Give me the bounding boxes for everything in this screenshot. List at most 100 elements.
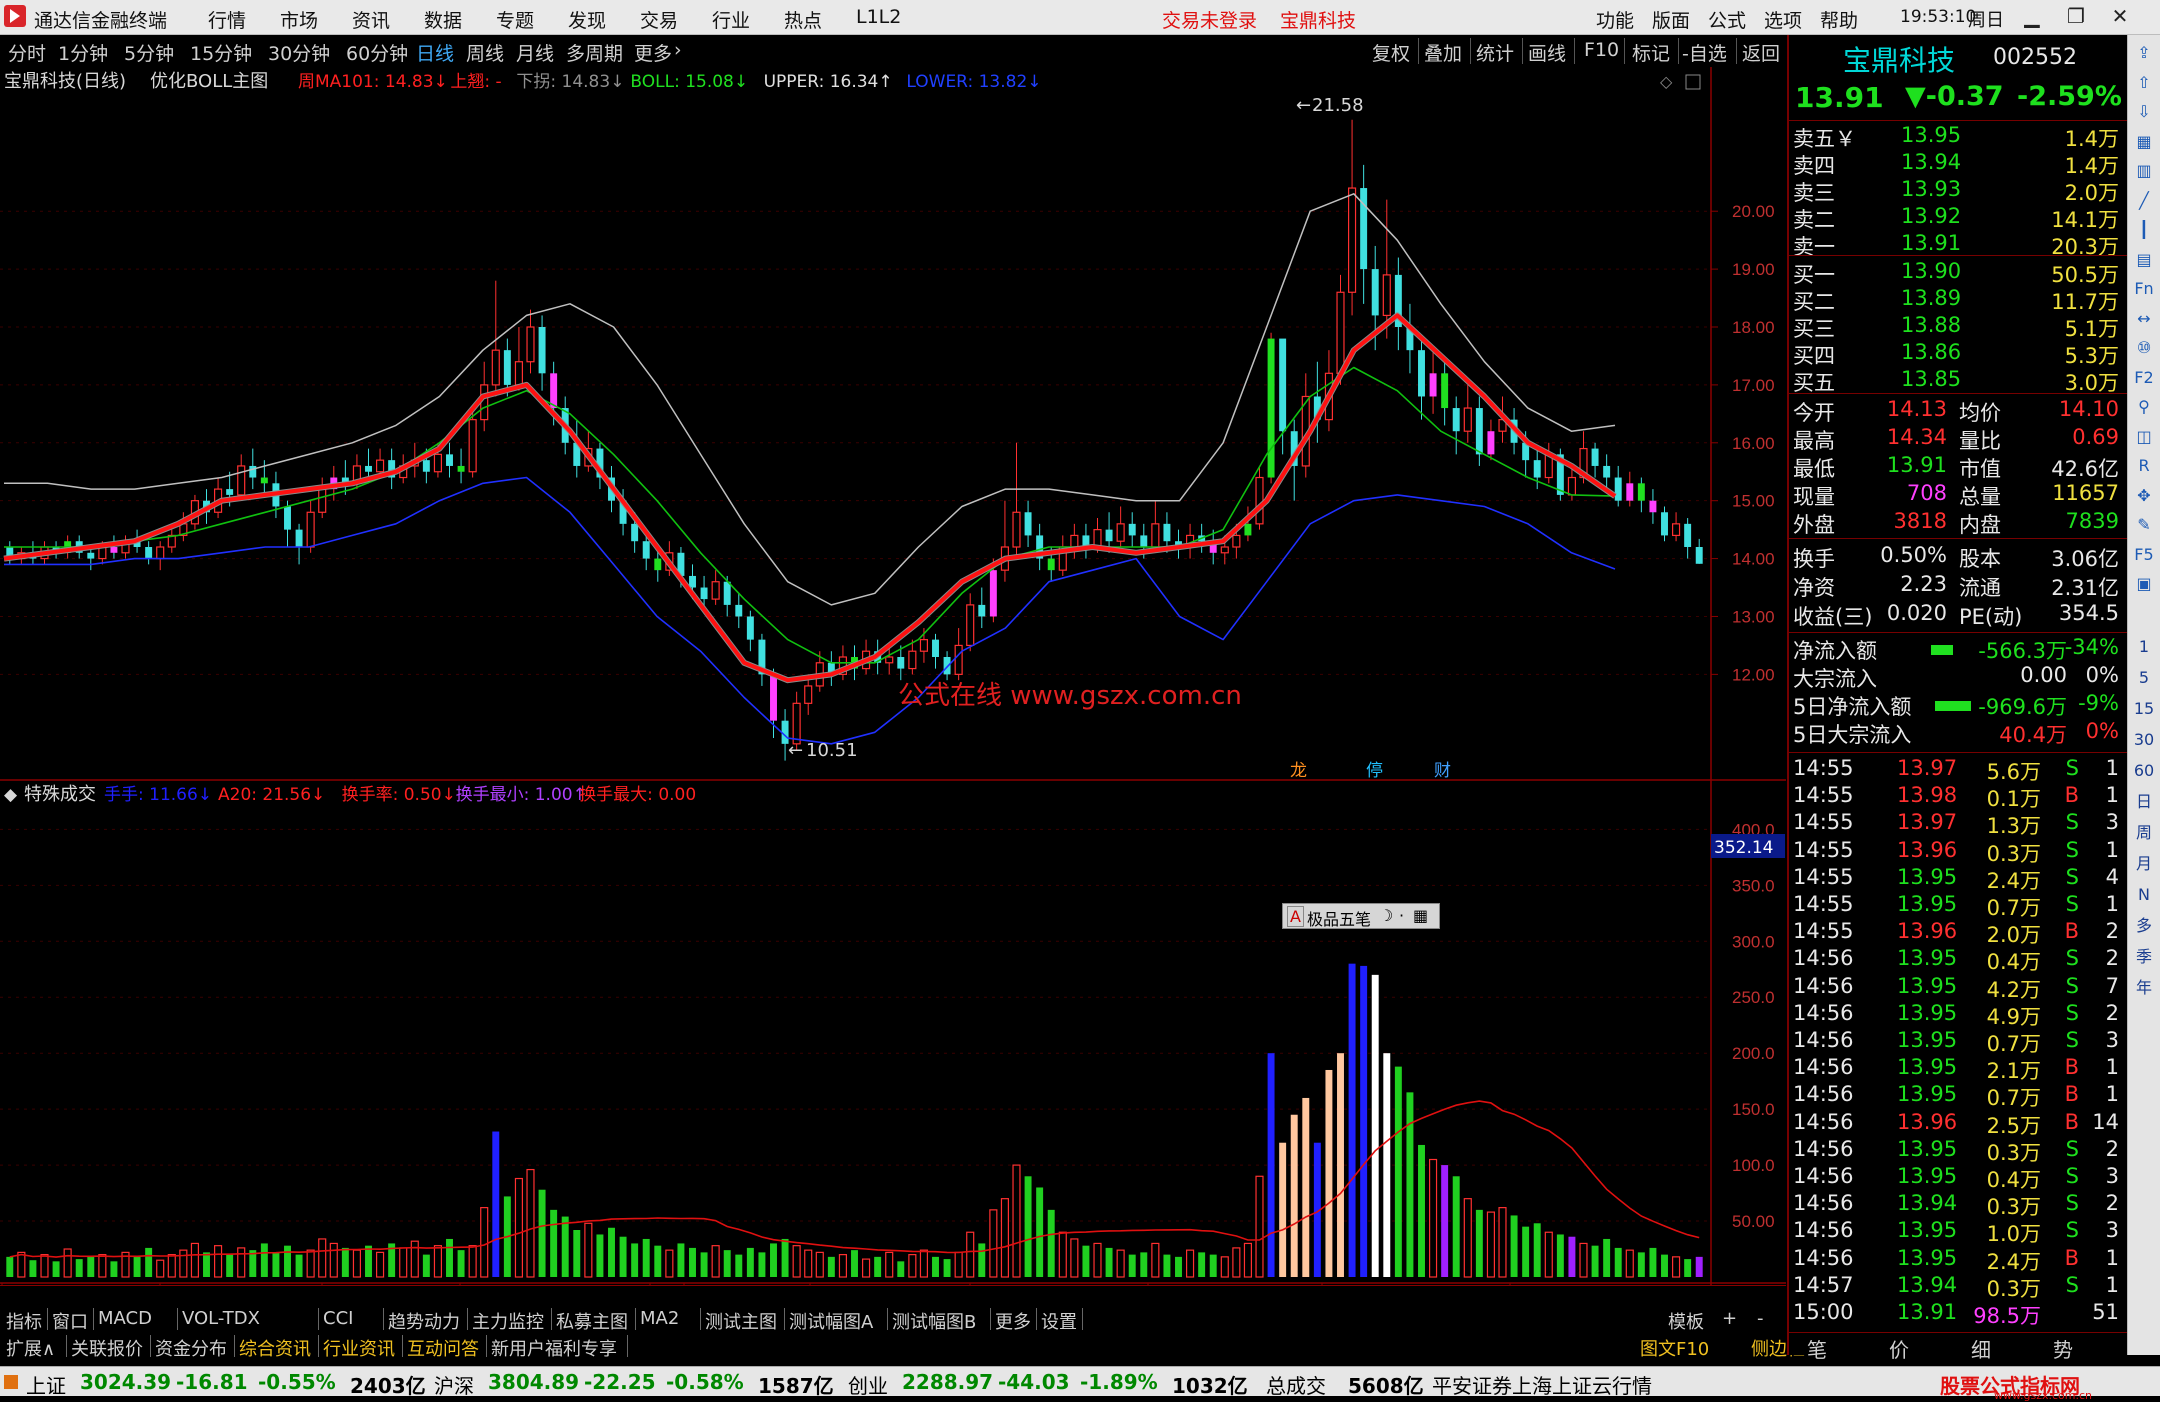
menu-item-banmian[interactable]: 版面: [1652, 6, 1690, 33]
chart-icon[interactable]: ╱: [2132, 189, 2156, 213]
rp-bottom-button-3[interactable]: 势: [2053, 1334, 2073, 1363]
event-tag-cai[interactable]: 财: [1434, 761, 1451, 781]
tab-13[interactable]: 设置: [1041, 1308, 1077, 1334]
rp-bottom-button-0[interactable]: 笔: [1807, 1334, 1827, 1363]
zoom-icon[interactable]: ⚲: [2132, 395, 2156, 419]
rsi-icon[interactable]: R: [2132, 454, 2156, 478]
candle-icon[interactable]: ┃: [2132, 218, 2156, 242]
menu-item-zixun[interactable]: 资讯: [352, 6, 390, 33]
period-60min[interactable]: 60分钟: [346, 39, 408, 66]
ime-moon-icon[interactable]: ☽: [1379, 906, 1393, 925]
tab-10[interactable]: 测试幅图A: [789, 1308, 873, 1334]
menu-item-xuanxiang[interactable]: 选项: [1764, 6, 1802, 33]
minute-icon[interactable]: ↔: [2132, 307, 2156, 331]
menu-item-hangqing[interactable]: 行情: [208, 6, 246, 33]
toolbar-period-11[interactable]: 年: [2132, 976, 2156, 1000]
tab-1[interactable]: 关联报价: [71, 1335, 143, 1361]
menu-item-shuju[interactable]: 数据: [424, 6, 462, 33]
tab-11[interactable]: 测试幅图B: [892, 1308, 976, 1334]
menu-item-gongneng[interactable]: 功能: [1596, 6, 1634, 33]
ten-icon[interactable]: ⑩: [2132, 336, 2156, 360]
close-icon[interactable]: ✕: [2106, 4, 2134, 30]
tab-8[interactable]: MA2: [640, 1308, 679, 1329]
ime-popup[interactable]: A 极品五笔 ☽ · ▦: [1282, 903, 1440, 929]
period-1min[interactable]: 1分钟: [58, 39, 108, 66]
rp-bottom-button-2[interactable]: 细: [1971, 1334, 1991, 1363]
table-icon[interactable]: ▤: [2132, 248, 2156, 272]
period-daily[interactable]: 日线: [416, 39, 454, 66]
ime-name[interactable]: 极品五笔: [1307, 906, 1371, 930]
tab-7[interactable]: 私募主图: [556, 1308, 628, 1334]
ime-label[interactable]: A: [1287, 906, 1304, 927]
tab-5[interactable]: 趋势动力: [388, 1308, 460, 1334]
fin-icon[interactable]: Fn: [2132, 277, 2156, 301]
tool-tongji[interactable]: 统计: [1476, 39, 1514, 66]
arrow-down-icon[interactable]: ⇩: [2132, 100, 2156, 124]
tab-5[interactable]: 互动问答: [407, 1335, 479, 1361]
vol-title[interactable]: 特殊成交: [24, 784, 96, 805]
toolbar-period-3[interactable]: 30: [2132, 728, 2156, 752]
tool-zixuan[interactable]: -自选: [1682, 39, 1727, 66]
tab-6[interactable]: 新用户福利专享: [491, 1335, 617, 1361]
period-multi[interactable]: 多周期: [566, 39, 623, 66]
toolbar-period-5[interactable]: 日: [2132, 790, 2156, 814]
toolbar-period-6[interactable]: 周: [2132, 821, 2156, 845]
restore-icon[interactable]: ❐: [2062, 4, 2090, 30]
tab-9[interactable]: 测试主图: [705, 1308, 777, 1334]
period-weekly[interactable]: 周线: [466, 39, 504, 66]
toolbar-period-7[interactable]: 月: [2132, 852, 2156, 876]
market-indicator-icon[interactable]: [4, 1375, 18, 1389]
tool-fuquan[interactable]: 复权: [1372, 39, 1410, 66]
menu-item-jiaoyi[interactable]: 交易: [640, 6, 678, 33]
tab-3[interactable]: 综合资讯: [239, 1335, 311, 1361]
tab-6[interactable]: 主力监控: [472, 1308, 544, 1334]
toolbar-period-2[interactable]: 15: [2132, 697, 2156, 721]
ime-keyboard-icon[interactable]: ▦: [1413, 906, 1428, 925]
event-tag-ting[interactable]: 停: [1366, 761, 1383, 781]
tool-diejia[interactable]: 叠加: [1424, 39, 1462, 66]
chart-diamond-icon[interactable]: ◇: [1660, 72, 1673, 91]
menu-item-bangzhu[interactable]: 帮助: [1820, 6, 1858, 33]
menu-item-shichang[interactable]: 市场: [280, 6, 318, 33]
tab-3[interactable]: VOL-TDX: [182, 1308, 260, 1329]
tab-0[interactable]: 指标: [6, 1308, 42, 1334]
tool-biaoji[interactable]: 标记: [1632, 39, 1670, 66]
f5-icon[interactable]: F5: [2132, 543, 2156, 567]
tab-4[interactable]: CCI: [323, 1308, 353, 1329]
menu-item-faxian[interactable]: 发现: [568, 6, 606, 33]
login-status[interactable]: 交易未登录: [1162, 6, 1257, 33]
tool-f10[interactable]: F10: [1584, 39, 1619, 61]
toolbar-period-9[interactable]: 多: [2132, 914, 2156, 938]
period-30min[interactable]: 30分钟: [268, 39, 330, 66]
rp-bottom-button-1[interactable]: 价: [1889, 1334, 1909, 1363]
tab-right-1[interactable]: +: [1722, 1308, 1737, 1329]
chart2-icon[interactable]: ◫: [2132, 425, 2156, 449]
menu-item-l1l2[interactable]: L1L2: [856, 6, 901, 28]
tool-huaxian[interactable]: 画线: [1528, 39, 1566, 66]
toolbar-period-4[interactable]: 60: [2132, 759, 2156, 783]
ime-dot-icon[interactable]: ·: [1399, 906, 1404, 925]
tool-fanhui[interactable]: 返回: [1742, 39, 1780, 66]
tab-right-2[interactable]: -: [1757, 1308, 1764, 1329]
toolbar-period-1[interactable]: 5: [2132, 666, 2156, 690]
toolbar-period-0[interactable]: 1: [2132, 635, 2156, 659]
minimize-icon[interactable]: ▁: [2018, 4, 2046, 30]
period-5min[interactable]: 5分钟: [124, 39, 174, 66]
period-15min[interactable]: 15分钟: [190, 39, 252, 66]
tab-right-0[interactable]: 模板: [1668, 1308, 1704, 1334]
bar-chart-icon[interactable]: ▥: [2132, 159, 2156, 183]
menu-item-hangye[interactable]: 行业: [712, 6, 750, 33]
period-more-arrow-icon[interactable]: ›: [674, 39, 682, 61]
menu-item-zhuanti[interactable]: 专题: [496, 6, 534, 33]
event-tag-long[interactable]: 龙: [1290, 761, 1307, 781]
tab-2[interactable]: 资金分布: [155, 1335, 227, 1361]
move-icon[interactable]: ✥: [2132, 484, 2156, 508]
f2-icon[interactable]: F2: [2132, 366, 2156, 390]
up-arrow-icon[interactable]: ⇪: [2132, 41, 2156, 65]
period-more[interactable]: 更多: [634, 39, 672, 66]
period-fenshi[interactable]: 分时: [8, 39, 46, 66]
menu-item-gongshi[interactable]: 公式: [1708, 6, 1746, 33]
grid-icon[interactable]: ▦: [2132, 130, 2156, 154]
toolbar-period-8[interactable]: N: [2132, 883, 2156, 907]
kline-chart[interactable]: 20.00 19.00 18.00 17.00 16.00 15.00 14.00 13.00…: [0, 67, 1786, 1285]
